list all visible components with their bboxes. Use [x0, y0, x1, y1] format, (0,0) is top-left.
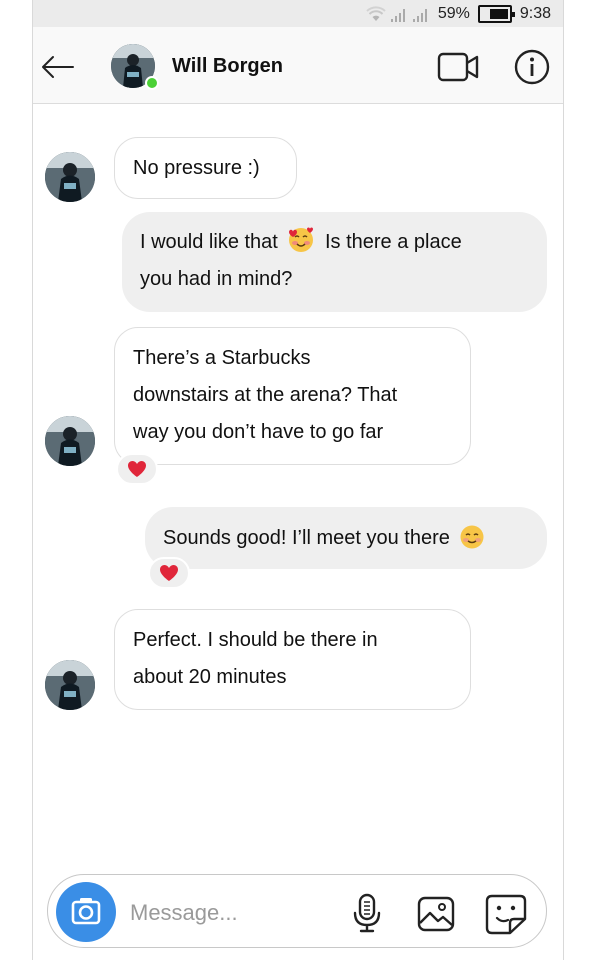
message-text: Is there a place [324, 231, 462, 253]
smiling-face-with-hearts-emoji [289, 227, 314, 252]
clock: 9:38 [519, 4, 551, 22]
message-bubble[interactable]: There’s a Starbucks downstairs at the ar… [114, 327, 471, 465]
sender-avatar[interactable] [45, 416, 95, 466]
sender-avatar[interactable] [45, 152, 95, 202]
online-indicator [145, 76, 159, 90]
message-text: you had in mind? [140, 268, 293, 290]
battery-icon [477, 4, 515, 23]
wifi-icon [366, 5, 386, 21]
contact-name[interactable]: Will Borgen [172, 55, 283, 78]
message-input[interactable]: Message... [130, 900, 238, 926]
message-text: Perfect. I should be there in [133, 629, 378, 651]
chat-screen: 59% 9:38 Will Borgen No pressure:) I wo… [32, 0, 564, 960]
status-bar: 59% 9:38 [33, 0, 563, 27]
message-bubble[interactable]: Perfect. I should be there in about 20 m… [114, 609, 471, 710]
camera-icon [71, 898, 101, 925]
gallery-icon[interactable] [416, 895, 456, 933]
message-bubble[interactable]: Sounds good! I’ll meet you there [145, 507, 547, 569]
sender-avatar[interactable] [45, 660, 95, 710]
contact-avatar[interactable] [111, 44, 159, 90]
signal-icon [390, 8, 405, 22]
sticker-icon[interactable] [484, 893, 528, 935]
microphone-icon[interactable] [348, 893, 386, 933]
message-text: way you don’t have to go far [133, 421, 384, 443]
video-call-icon[interactable] [437, 49, 481, 85]
battery-percent: 59% [437, 4, 470, 22]
heart-icon [128, 461, 146, 477]
smiling-face-emoji [460, 525, 484, 549]
message-text: downstairs at the arena? That [133, 384, 398, 406]
camera-button[interactable] [56, 882, 116, 942]
signal-icon [412, 8, 427, 22]
heart-reaction[interactable] [148, 557, 190, 589]
heart-icon [160, 565, 178, 581]
message-text: No pressure :) [133, 157, 260, 179]
message-bubble[interactable]: No pressure :) [114, 137, 297, 199]
message-text: Sounds good! I’ll meet you there [163, 527, 450, 549]
message-composer: Message... [47, 874, 547, 948]
connectivity-icons [366, 5, 430, 22]
chat-header: Will Borgen [33, 27, 563, 104]
heart-reaction[interactable] [116, 453, 158, 485]
message-text: I would like that [140, 231, 278, 253]
back-arrow-icon[interactable] [39, 49, 75, 85]
message-text: about 20 minutes [133, 666, 287, 688]
info-icon[interactable] [513, 48, 551, 86]
message-text: There’s a Starbucks [133, 347, 311, 369]
message-bubble[interactable]: I would like that Is there a place you h… [122, 212, 547, 312]
